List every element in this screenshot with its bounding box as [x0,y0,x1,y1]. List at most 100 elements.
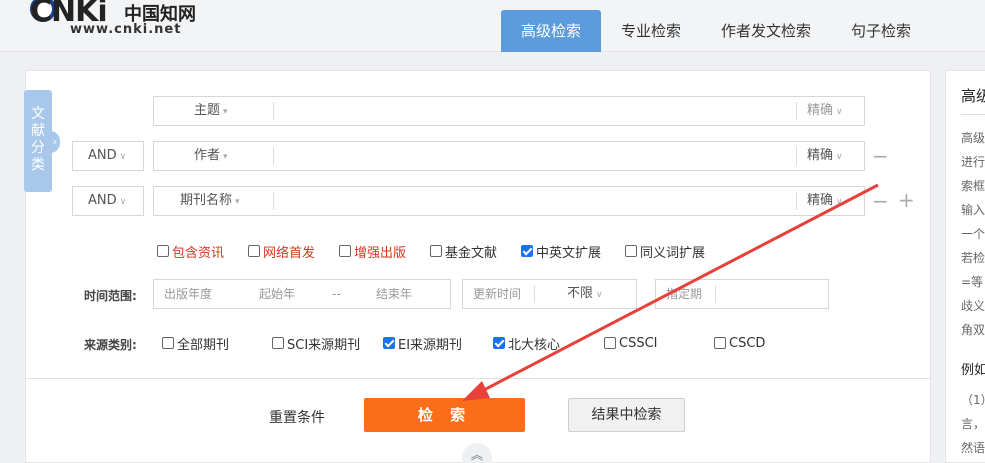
cnki-logo[interactable]: CNKi 中国知网 www.cnki.net [30,0,230,40]
checkbox[interactable] [714,337,726,349]
checkbox[interactable] [430,245,442,257]
search-row-3: 期刊名称 ▾ 精确 ∨ [153,186,865,216]
checkbox[interactable] [162,337,174,349]
header: CNKi 中国知网 www.cnki.net 高级检索 专业检索 作者发文检索 … [0,0,985,52]
source-pku-core[interactable]: 北大核心 [493,335,561,353]
divider [534,285,535,303]
update-time-select[interactable]: 不限 ∨ [567,280,603,309]
source-label: EI来源期刊 [398,337,463,353]
option-label: 包含资讯 [172,245,225,261]
logo-site: www.cnki.net [70,22,182,37]
search-within-results-button[interactable]: 结果中检索 [568,398,685,432]
divider [796,102,797,120]
checkbox[interactable] [157,245,169,257]
remove-row-icon[interactable]: − [872,146,889,166]
field-select-author[interactable]: 作者 ▾ [194,142,228,171]
pub-year-label: 出版年度 [164,287,213,301]
search-row-2: 作者 ▾ 精确 ∨ [153,141,865,171]
source-label: CSCD [729,335,766,351]
help-line: 若检 [961,251,985,265]
search-tabs: 高级检索 专业检索 作者发文检索 句子检索 [501,10,931,52]
tab-sentence-search[interactable]: 句子检索 [831,10,931,52]
option-cn-en-expansion[interactable]: 中英文扩展 [521,243,601,261]
match-label: 精确 [807,103,834,118]
field-label: 作者 [194,148,221,163]
start-year-input[interactable]: 起始年 [259,280,295,308]
tab-author-search[interactable]: 作者发文检索 [701,10,831,52]
divider [796,192,797,210]
logic-label: AND [88,193,117,208]
option-enhanced-publishing[interactable]: 增强出版 [339,243,407,261]
option-fund-literature[interactable]: 基金文献 [430,243,497,261]
field-label: 期刊名称 [180,193,233,208]
field-select-journal[interactable]: 期刊名称 ▾ [180,187,240,216]
match-select-1[interactable]: 精确 ∨ [807,97,843,126]
source-sci[interactable]: SCI来源期刊 [272,335,361,353]
source-cssci[interactable]: CSSCI [604,335,658,351]
update-time-label: 更新时间 [473,287,522,301]
update-time-box[interactable]: 更新时间 不限 ∨ [462,279,637,309]
help-example-title: 例如 [961,363,985,378]
divider [273,102,274,120]
search-row-1: 主题 ▾ 精确 ∨ [153,96,865,126]
caret-down-icon: ▾ [235,197,240,207]
option-synonym-expansion[interactable]: 同义词扩展 [625,243,706,261]
option-include-news[interactable]: 包含资讯 [157,243,225,261]
source-all-journals[interactable]: 全部期刊 [162,335,229,353]
classify-char: 文 [31,106,45,122]
match-select-2[interactable]: 精确 ∨ [807,142,843,171]
match-label: 精确 [807,148,834,163]
help-line: =等 [961,275,984,289]
chevron-down-icon: ∨ [836,152,843,162]
help-example-line: （1） [961,393,985,407]
tab-professional-search[interactable]: 专业检索 [601,10,701,52]
source-cscd[interactable]: CSCD [714,335,765,351]
end-year-input[interactable]: 结束年 [376,280,412,308]
source-label: SCI来源期刊 [287,337,361,353]
option-network-first[interactable]: 网络首发 [248,243,315,261]
field-select-topic[interactable]: 主题 ▾ [194,97,228,126]
field-label: 主题 [194,103,221,118]
search-input-3[interactable] [279,187,789,215]
specify-period-box[interactable]: 指定期 [655,279,829,309]
reset-conditions-button[interactable]: 重置条件 [269,407,325,427]
search-button[interactable]: 检 索 [364,398,525,432]
checkbox-checked[interactable] [521,245,533,257]
help-line: 一个 [961,227,985,241]
help-example-line: 言， [961,417,985,431]
help-title: 高级 [961,87,985,105]
help-line: 歧义 [961,299,985,313]
logic-select-3[interactable]: AND ∨ [72,186,144,216]
classify-char: 类 [31,157,45,173]
tab-advanced-search[interactable]: 高级检索 [501,10,602,52]
divider [715,285,716,303]
source-ei[interactable]: EI来源期刊 [383,335,463,353]
remove-row-icon[interactable]: − [872,191,889,211]
match-select-3[interactable]: 精确 ∨ [807,187,843,216]
checkbox-checked[interactable] [383,337,395,349]
range-dash: -- [332,287,341,301]
help-panel: 高级 高级 进行 索框 输入 一个 若检 =等 歧义 角双 例如 （1） 言， … [945,70,985,463]
chevron-down-icon: ∨ [119,152,127,162]
logic-select-2[interactable]: AND ∨ [72,141,144,171]
checkbox[interactable] [248,245,260,257]
help-divider [961,114,985,115]
checkbox[interactable] [272,337,284,349]
help-line: 输入 [961,203,985,217]
option-label: 同义词扩展 [640,245,706,261]
add-row-icon[interactable]: + [898,190,915,210]
option-label: 增强出版 [354,245,407,261]
chevron-down-icon: ∨ [596,290,603,300]
checkbox-checked[interactable] [493,337,505,349]
search-input-1[interactable] [279,97,789,125]
search-input-2[interactable] [279,142,789,170]
checkbox[interactable] [339,245,351,257]
source-label: 北大核心 [508,337,561,353]
checkbox[interactable] [604,337,616,349]
section-divider [25,378,931,379]
checkbox[interactable] [625,245,637,257]
divider [273,147,274,165]
match-label: 精确 [807,193,834,208]
update-time-value: 不限 [567,286,594,301]
help-line: 进行 [961,155,985,169]
